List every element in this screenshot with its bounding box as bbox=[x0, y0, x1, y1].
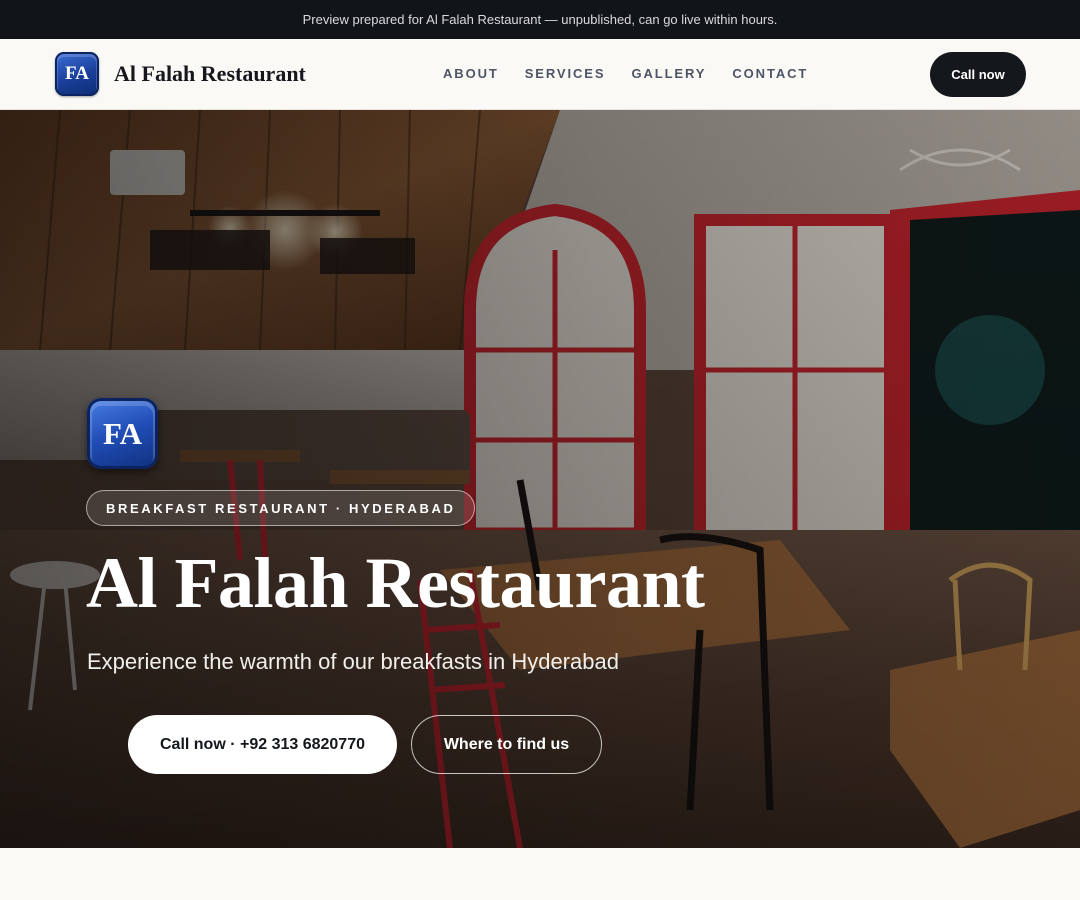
hero-logo-badge-icon: FA bbox=[87, 398, 158, 469]
nav-link-gallery[interactable]: GALLERY bbox=[631, 66, 706, 81]
hero-call-button[interactable]: Call now · +92 313 6820770 bbox=[128, 715, 397, 774]
hero-title: Al Falah Restaurant bbox=[86, 543, 705, 623]
hero-category-tag: BREAKFAST RESTAURANT · HYDERABAD bbox=[86, 490, 476, 526]
hero-logo-initials: FA bbox=[102, 415, 143, 451]
nav-link-contact[interactable]: CONTACT bbox=[732, 66, 808, 81]
main-nav: ABOUT SERVICES GALLERY CONTACT bbox=[443, 66, 834, 81]
hero-subtitle: Experience the warmth of our breakfasts … bbox=[87, 649, 619, 674]
nav-link-services[interactable]: SERVICES bbox=[525, 66, 606, 81]
site-header: FA Al Falah Restaurant ABOUT SERVICES GA… bbox=[0, 39, 1080, 110]
announcement-bar: Preview prepared for Al Falah Restaurant… bbox=[0, 0, 1080, 39]
logo-badge-icon[interactable]: FA bbox=[55, 52, 99, 96]
logo-initials: FA bbox=[65, 63, 89, 84]
hero-section: FA BREAKFAST RESTAURANT · HYDERABAD Al F… bbox=[0, 110, 1080, 848]
announcement-text: Preview prepared for Al Falah Restaurant… bbox=[302, 12, 778, 27]
nav-link-about[interactable]: ABOUT bbox=[443, 66, 499, 81]
hero-location-button[interactable]: Where to find us bbox=[411, 715, 602, 774]
header-call-now-button[interactable]: Call now bbox=[930, 52, 1026, 97]
brand-name[interactable]: Al Falah Restaurant bbox=[114, 61, 306, 87]
